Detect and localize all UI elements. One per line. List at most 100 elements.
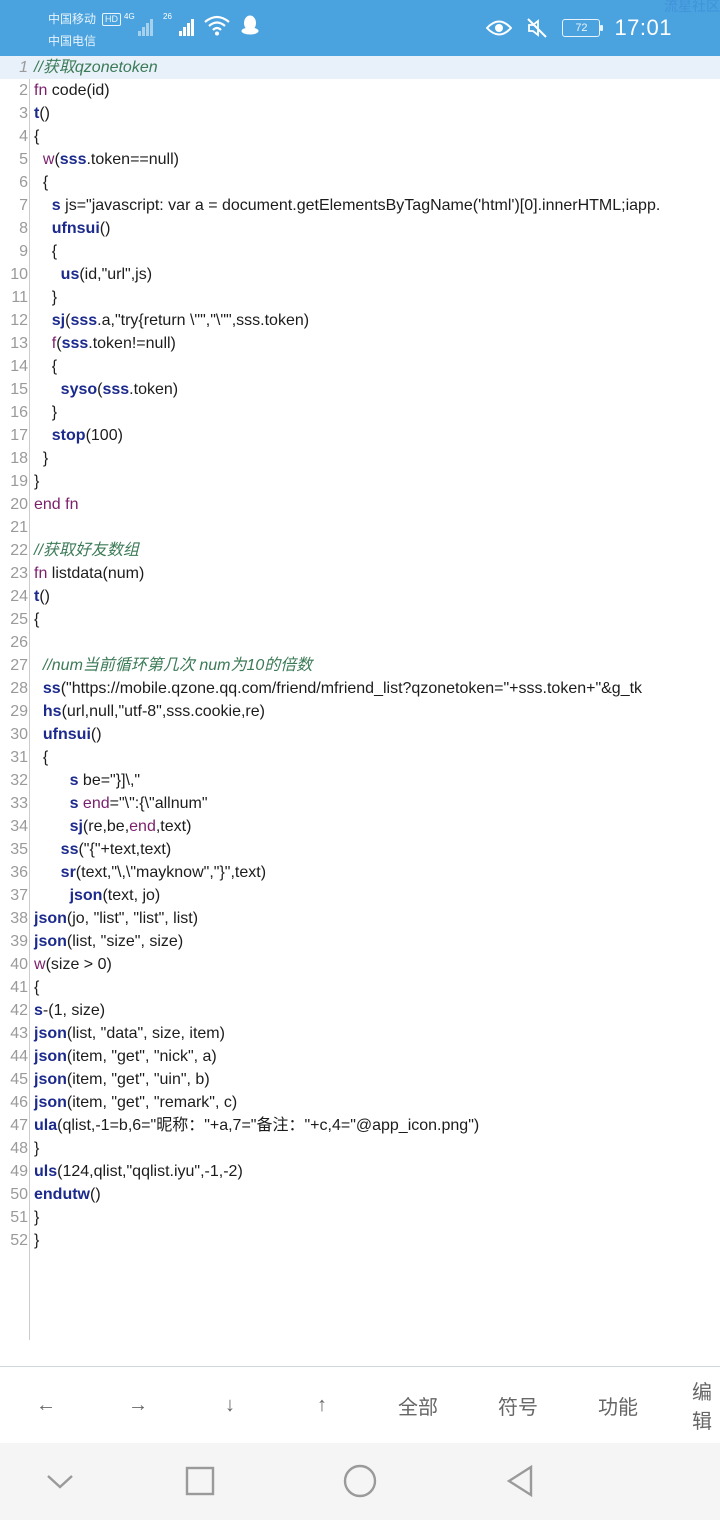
code-text[interactable]: } [34,286,57,309]
code-text[interactable]: json(item, "get", "remark", c) [34,1091,237,1114]
code-text[interactable]: json(item, "get", "nick", a) [34,1045,217,1068]
code-text[interactable]: t() [34,585,50,608]
code-line[interactable]: 43 json(list, "data", size, item) [0,1022,720,1045]
code-line[interactable]: 32 s be="}]\," [0,769,720,792]
code-line[interactable]: 5 w(sss.token==null) [0,148,720,171]
select-all-button[interactable]: 全部 [388,1367,448,1443]
function-button[interactable]: 功能 [588,1367,648,1443]
code-line[interactable]: 35 ss("{"+text,text) [0,838,720,861]
code-line[interactable]: 10 us(id,"url",js) [0,263,720,286]
code-line[interactable]: 1 //获取qzonetoken [0,56,720,79]
code-line[interactable]: 11 } [0,286,720,309]
code-text[interactable]: ufnsui() [34,723,102,746]
symbol-button[interactable]: 符号 [488,1367,548,1443]
code-text[interactable]: stop(100) [34,424,123,447]
code-text[interactable]: fn code(id) [34,79,110,102]
code-text[interactable]: w(sss.token==null) [34,148,179,171]
code-text[interactable]: s js="javascript: var a = document.getEl… [34,194,661,217]
chevron-down-icon[interactable] [40,1461,80,1501]
code-text[interactable]: } [34,401,57,424]
cursor-up-button[interactable]: ↑ [298,1367,346,1443]
code-line[interactable]: 20 end fn [0,493,720,516]
code-text[interactable]: { [34,608,39,631]
triangle-back-icon[interactable] [500,1461,540,1501]
code-line[interactable]: 40 w(size > 0) [0,953,720,976]
cursor-right-button[interactable]: → [114,1367,162,1443]
code-line[interactable]: 49 uls(124,qlist,"qqlist.iyu",-1,-2) [0,1160,720,1183]
code-line[interactable]: 39 json(list, "size", size) [0,930,720,953]
square-icon[interactable] [180,1461,220,1501]
code-line[interactable]: 45 json(item, "get", "uin", b) [0,1068,720,1091]
code-line[interactable]: 37 json(text, jo) [0,884,720,907]
code-line[interactable]: 46 json(item, "get", "remark", c) [0,1091,720,1114]
code-line[interactable]: 28 ss("https://mobile.qzone.qq.com/frien… [0,677,720,700]
code-line[interactable]: 16 } [0,401,720,424]
code-line[interactable]: 25 { [0,608,720,631]
code-text[interactable]: endutw() [34,1183,101,1206]
code-line[interactable]: 2 fn code(id) [0,79,720,102]
code-text[interactable]: s-(1, size) [34,999,105,1022]
code-line[interactable]: 48} [0,1137,720,1160]
code-text[interactable]: json(item, "get", "uin", b) [34,1068,210,1091]
code-line[interactable]: 52} [0,1229,720,1252]
code-text[interactable]: { [34,976,39,999]
code-line[interactable]: 3 t() [0,102,720,125]
code-text[interactable]: } [34,1206,39,1229]
code-text[interactable]: end fn [34,493,78,516]
code-text[interactable]: sj(sss.a,"try{return \"","\"",sss.token) [34,309,309,332]
code-text[interactable]: sr(text,"\,\"mayknow","}",text) [34,861,266,884]
code-text[interactable]: json(list, "size", size) [34,930,183,953]
code-editor[interactable]: 1//获取qzonetoken 2 fn code(id) 3 t() 4{5 w(sss… [0,56,720,1340]
code-line[interactable]: 21 [0,516,720,539]
code-text[interactable]: s end="\":{\"allnum" [34,792,208,815]
code-text[interactable]: us(id,"url",js) [34,263,152,286]
code-line[interactable]: 13 f(sss.token!=null) [0,332,720,355]
code-text[interactable]: json(text, jo) [34,884,161,907]
code-text[interactable]: } [34,470,39,493]
code-line[interactable]: 4{ [0,125,720,148]
code-text[interactable]: hs(url,null,"utf-8",sss.cookie,re) [34,700,265,723]
code-text[interactable]: fn listdata(num) [34,562,144,585]
circle-icon[interactable] [340,1461,380,1501]
code-text[interactable]: //获取qzonetoken [34,56,158,79]
code-text[interactable]: f(sss.token!=null) [34,332,176,355]
code-line[interactable]: 19} [0,470,720,493]
code-text[interactable]: //num当前循环第几次 num为10的倍数 [34,654,312,677]
code-text[interactable]: s be="}]\," [34,769,141,792]
code-text[interactable]: { [34,125,39,148]
cursor-left-button[interactable]: ← [22,1367,70,1443]
code-text[interactable]: json(list, "data", size, item) [34,1022,225,1045]
code-line[interactable]: 23 fn listdata(num) [0,562,720,585]
code-line[interactable]: 36 sr(text,"\,\"mayknow","}",text) [0,861,720,884]
code-line[interactable]: 41 { [0,976,720,999]
code-text[interactable]: ula(qlist,-1=b,6="昵称："+a,7="备注："+c,4="@a… [34,1114,479,1137]
code-text[interactable]: t() [34,102,50,125]
code-line[interactable]: 34 sj(re,be,end,text) [0,815,720,838]
code-line[interactable]: 18 } [0,447,720,470]
code-text[interactable]: sj(re,be,end,text) [34,815,192,838]
code-text[interactable]: { [34,355,57,378]
code-text[interactable]: //获取好友数组 [34,539,139,562]
code-text[interactable]: } [34,1229,39,1252]
code-text[interactable]: ufnsui() [34,217,111,240]
code-line[interactable]: 9 { [0,240,720,263]
code-lines[interactable]: 1//获取qzonetoken 2 fn code(id) 3 t() 4{5 w(sss… [0,56,720,1252]
code-line[interactable]: 38 json(jo, "list", "list", list) [0,907,720,930]
code-line[interactable]: 29 hs(url,null,"utf-8",sss.cookie,re) [0,700,720,723]
code-text[interactable]: json(jo, "list", "list", list) [34,907,198,930]
code-line[interactable]: 44 json(item, "get", "nick", a) [0,1045,720,1068]
code-line[interactable]: 8 ufnsui() [0,217,720,240]
code-line[interactable]: 47 ula(qlist,-1=b,6="昵称："+a,7="备注："+c,4="… [0,1114,720,1137]
code-line[interactable]: 42 s-(1, size) [0,999,720,1022]
code-text[interactable]: } [34,1137,39,1160]
code-text[interactable]: w(size > 0) [34,953,112,976]
code-line[interactable]: 31 { [0,746,720,769]
code-line[interactable]: 6 { [0,171,720,194]
code-line[interactable]: 33 s end="\":{\"allnum" [0,792,720,815]
code-line[interactable]: 27 //num当前循环第几次 num为10的倍数 [0,654,720,677]
code-line[interactable]: 22 //获取好友数组 [0,539,720,562]
cursor-down-button[interactable]: ↓ [206,1367,254,1443]
code-line[interactable]: 26 [0,631,720,654]
code-text[interactable]: { [34,746,48,769]
code-text[interactable]: { [34,171,48,194]
